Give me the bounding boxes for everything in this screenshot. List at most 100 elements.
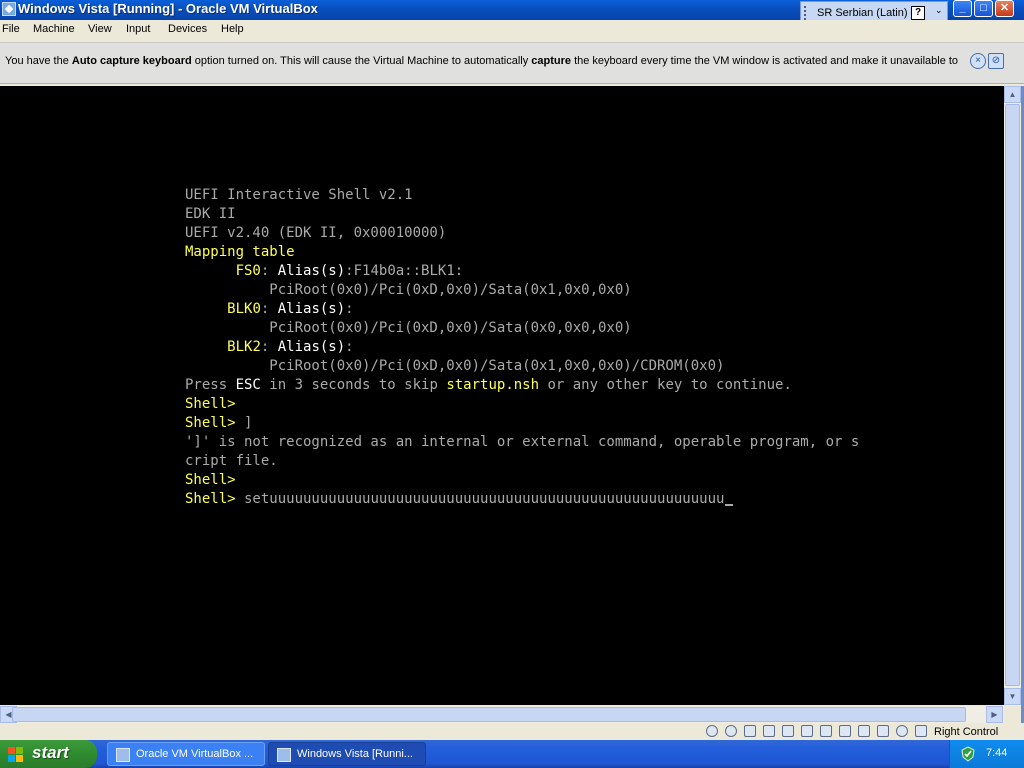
close-icon: ✕ <box>999 2 1010 14</box>
console-text: UEFI Interactive Shell v2.1 <box>185 187 413 203</box>
console-text: EDK II <box>185 206 236 222</box>
notification-info-close-icon[interactable]: × <box>970 53 986 69</box>
console-text: : <box>345 339 354 355</box>
menu-input[interactable]: Input <box>126 23 150 35</box>
scroll-up-icon[interactable]: ▲ <box>1004 86 1021 103</box>
maximize-icon: □ <box>980 2 987 14</box>
vm-display[interactable]: UEFI Interactive Shell v2.1 EDK II UEFI v2… <box>0 86 1004 705</box>
vertical-scrollbar[interactable]: ▲ ▼ <box>1004 86 1021 706</box>
shared-folders-icon[interactable] <box>782 725 794 737</box>
console-line: BLK0: Alias(s): <box>185 300 859 319</box>
console-text: BLK0 <box>227 301 261 317</box>
console-text: : <box>260 301 278 317</box>
hard-disk-icon[interactable] <box>706 725 718 737</box>
console-line: EDK II <box>185 205 859 224</box>
menu-view[interactable]: View <box>88 23 112 35</box>
console-text: Press <box>185 377 236 393</box>
auto-capture-notification: You have the Auto capture keyboard optio… <box>0 42 1024 84</box>
console-text: FS0 <box>235 263 261 279</box>
console-text: ESC <box>235 377 261 393</box>
console-text: BLK2 <box>227 339 261 355</box>
horizontal-scroll-thumb[interactable] <box>12 707 966 722</box>
status-bar: Right Control <box>0 723 1024 740</box>
menu-machine[interactable]: Machine <box>33 23 75 35</box>
options-chevron-icon[interactable]: ⌄ <box>935 5 943 16</box>
console-line: cript file. <box>185 452 859 471</box>
console-line: PciRoot(0x0)/Pci(0xD,0x0)/Sata(0x0,0x0,0… <box>185 319 859 338</box>
console-text: : <box>260 263 278 279</box>
host-key-arrow-icon[interactable] <box>915 725 927 737</box>
console-line: Press ESC in 3 seconds to skip startup.n… <box>185 376 859 395</box>
console-text: ] <box>235 415 253 431</box>
console-text: cript file. <box>185 453 278 469</box>
menu-file[interactable]: File <box>2 23 20 35</box>
language-bar-grip-icon[interactable] <box>804 6 808 20</box>
close-button[interactable]: ✕ <box>995 0 1014 17</box>
console-line: Mapping table <box>185 243 859 262</box>
clipboard-icon[interactable] <box>839 725 851 737</box>
system-tray: 7:44 <box>949 740 1024 768</box>
console-text: setuuuuuuuuuuuuuuuuuuuuuuuuuuuuuuuuuuuuu… <box>235 491 725 507</box>
console-line: Shell> <box>185 471 859 490</box>
console-text: PciRoot(0x0)/Pci(0xD,0x0)/Sata(0x0,0x0,0… <box>185 320 632 336</box>
console-text: Alias(s) <box>277 263 346 279</box>
guest-additions-icon[interactable] <box>896 725 908 737</box>
text-cursor <box>725 504 734 506</box>
language-selector[interactable]: SR Serbian (Latin) <box>817 7 908 19</box>
menu-bar: File Machine View Input Devices Help <box>0 20 1024 40</box>
windows-logo-icon <box>8 747 24 762</box>
virtualization-icon[interactable] <box>858 725 870 737</box>
minimize-icon: _ <box>959 2 966 14</box>
console-text: Alias(s) <box>277 339 346 355</box>
minimize-button[interactable]: _ <box>953 0 972 17</box>
video-capture-icon[interactable] <box>820 725 832 737</box>
scroll-down-icon[interactable]: ▼ <box>1004 688 1021 705</box>
host-key-label: Right Control <box>934 726 999 738</box>
display-icon[interactable] <box>801 725 813 737</box>
console-line: ']' is not recognized as an internal or … <box>185 433 859 452</box>
start-label: start <box>32 743 69 762</box>
mouse-integration-icon[interactable] <box>877 725 889 737</box>
help-icon[interactable]: ? <box>911 6 925 20</box>
network-icon[interactable] <box>763 725 775 737</box>
console-text: :F14b0a::BLK1: <box>345 263 464 279</box>
taskbar-item-vista-vm[interactable]: Windows Vista [Runni... <box>268 742 426 766</box>
console-text: Shell> <box>185 396 236 412</box>
optical-drive-icon[interactable] <box>725 725 737 737</box>
taskbar: start Oracle VM VirtualBox ... Windows V… <box>0 740 1024 768</box>
notification-message: You have the Auto capture keyboard optio… <box>5 55 959 67</box>
console-line: Shell> ] <box>185 414 859 433</box>
horizontal-scrollbar[interactable]: ◀ ▶ <box>0 706 1004 723</box>
console-text: PciRoot(0x0)/Pci(0xD,0x0)/Sata(0x1,0x0,0… <box>185 358 725 374</box>
clock: 7:44 <box>986 747 1008 759</box>
console-text: PciRoot(0x0)/Pci(0xD,0x0)/Sata(0x1,0x0,0… <box>185 282 632 298</box>
console-text: Shell> <box>185 472 236 488</box>
virtualbox-app-icon[interactable] <box>2 2 16 16</box>
console-text: Shell> <box>185 415 236 431</box>
console-text: Mapping table <box>185 244 295 260</box>
taskbar-item-virtualbox-manager[interactable]: Oracle VM VirtualBox ... <box>107 742 265 766</box>
vertical-scroll-thumb[interactable] <box>1005 104 1020 686</box>
start-button[interactable]: start <box>0 740 97 768</box>
screen: Windows Vista [Running] - Oracle VM Virt… <box>0 0 1024 768</box>
console-text: in 3 seconds to skip <box>260 377 447 393</box>
console-text: UEFI v2.40 (EDK II, 0x00010000) <box>185 225 447 241</box>
console-line: PciRoot(0x0)/Pci(0xD,0x0)/Sata(0x1,0x0,0… <box>185 281 859 300</box>
console-text: ']' is not recognized as an internal or … <box>185 434 860 450</box>
console-line: PciRoot(0x0)/Pci(0xD,0x0)/Sata(0x1,0x0,0… <box>185 357 859 376</box>
console-text: : <box>345 301 354 317</box>
menu-help[interactable]: Help <box>221 23 244 35</box>
console-text: or any other key to continue. <box>539 377 792 393</box>
security-shield-icon[interactable] <box>960 746 976 762</box>
maximize-button[interactable]: □ <box>974 0 993 17</box>
usb-icon[interactable] <box>744 725 756 737</box>
vm-window-icon <box>277 748 291 762</box>
notification-dismiss-icon[interactable]: ⊘ <box>988 53 1004 69</box>
console-line: UEFI v2.40 (EDK II, 0x00010000) <box>185 224 859 243</box>
console-line: UEFI Interactive Shell v2.1 <box>185 186 859 205</box>
menu-devices[interactable]: Devices <box>168 23 207 35</box>
scroll-right-icon[interactable]: ▶ <box>986 706 1003 723</box>
window-title: Windows Vista [Running] - Oracle VM Virt… <box>18 1 318 16</box>
